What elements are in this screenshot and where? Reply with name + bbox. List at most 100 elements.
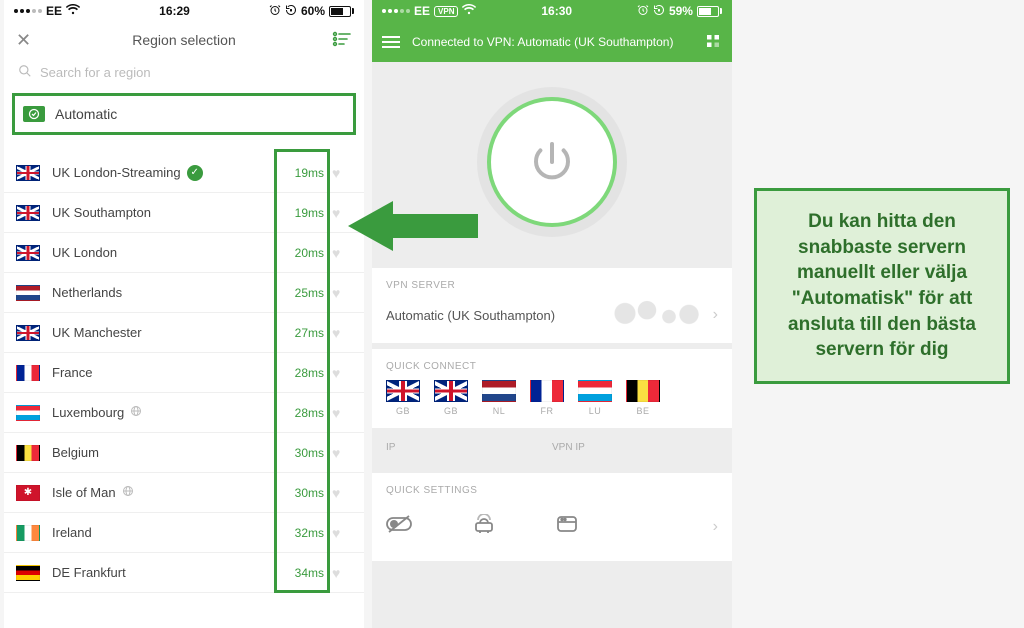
region-ping: 32ms	[280, 526, 324, 540]
signal-icon	[14, 9, 42, 13]
ip-label: IP	[386, 442, 552, 453]
status-bar: EE VPN 16:30 59%	[372, 0, 732, 22]
chevron-right-icon: ›	[713, 306, 718, 324]
region-ping: 34ms	[280, 566, 324, 580]
close-icon[interactable]: ✕	[16, 30, 31, 51]
search-icon	[18, 64, 32, 81]
alarm-icon	[637, 4, 649, 19]
favorite-icon[interactable]: ♥	[332, 485, 352, 501]
flag-icon	[16, 205, 40, 221]
region-ping: 19ms	[280, 206, 324, 220]
region-row[interactable]: DE Frankfurt34ms ♥	[4, 553, 364, 593]
network-setting-icon[interactable]	[472, 514, 496, 539]
quick-connect-item[interactable]: BE	[626, 380, 660, 416]
region-ping: 19ms	[280, 166, 324, 180]
favorite-icon[interactable]: ♥	[332, 565, 352, 581]
flag-icon	[530, 380, 564, 402]
quick-connect-card: QUICK CONNECT GBGBNLFRLUBE	[372, 349, 732, 428]
battery-icon	[329, 6, 354, 17]
carrier-label: EE	[46, 4, 62, 18]
quick-connect-item[interactable]: GB	[386, 380, 420, 416]
flag-icon	[16, 325, 40, 341]
region-list[interactable]: UK London-Streaming ✓19ms♥UK Southampton…	[4, 153, 364, 593]
quick-settings-label: QUICK SETTINGS	[386, 485, 718, 496]
quick-settings-card[interactable]: QUICK SETTINGS ›	[372, 473, 732, 561]
country-code: NL	[493, 406, 506, 416]
favorite-icon[interactable]: ♥	[332, 165, 352, 181]
search-placeholder: Search for a region	[40, 65, 151, 80]
flag-icon	[16, 565, 40, 581]
region-row[interactable]: UK Manchester27ms♥	[4, 313, 364, 353]
automatic-label: Automatic	[55, 106, 117, 122]
region-name: UK Southampton	[52, 205, 280, 220]
region-row[interactable]: UK London20ms♥	[4, 233, 364, 273]
favorite-icon[interactable]: ♥	[332, 525, 352, 541]
geo-icon	[130, 405, 142, 420]
quick-connect-item[interactable]: GB	[434, 380, 468, 416]
signal-icon	[382, 9, 410, 13]
country-code: LU	[589, 406, 602, 416]
check-icon: ✓	[187, 165, 203, 181]
nav-bar: Connected to VPN: Automatic (UK Southamp…	[372, 22, 732, 62]
info-callout: Du kan hitta den snabbaste servern manue…	[754, 188, 1010, 384]
killswitch-icon[interactable]	[386, 514, 412, 539]
quick-connect-item[interactable]: LU	[578, 380, 612, 416]
country-code: GB	[396, 406, 410, 416]
search-input[interactable]: Search for a region	[4, 58, 364, 87]
sort-icon[interactable]	[332, 31, 352, 50]
region-row[interactable]: Isle of Man 30ms♥	[4, 473, 364, 513]
region-row[interactable]: UK Southampton19ms♥	[4, 193, 364, 233]
wifi-icon	[66, 4, 80, 18]
alarm-icon	[269, 4, 281, 19]
flag-icon	[578, 380, 612, 402]
battery-pct: 60%	[301, 4, 325, 18]
flag-icon	[482, 380, 516, 402]
chevron-right-icon: ›	[713, 518, 718, 536]
region-ping: 27ms	[280, 326, 324, 340]
world-map-icon	[607, 299, 707, 331]
country-code: BE	[636, 406, 649, 416]
menu-icon[interactable]	[382, 36, 400, 48]
automatic-icon	[23, 106, 45, 122]
region-ping: 20ms	[280, 246, 324, 260]
country-code: GB	[444, 406, 458, 416]
rotation-lock-icon	[653, 4, 665, 19]
carrier-label: EE	[414, 4, 430, 18]
status-time: 16:29	[159, 4, 190, 18]
network-icon[interactable]	[704, 32, 722, 53]
region-row[interactable]: Netherlands25ms♥	[4, 273, 364, 313]
favorite-icon[interactable]: ♥	[332, 285, 352, 301]
favorite-icon[interactable]: ♥	[332, 365, 352, 381]
region-ping: 28ms	[280, 366, 324, 380]
region-name: DE Frankfurt	[52, 565, 280, 580]
favorite-icon[interactable]: ♥	[332, 445, 352, 461]
vpn-ip-label: VPN IP	[552, 442, 718, 453]
battery-icon	[697, 6, 722, 17]
automatic-option[interactable]: Automatic	[12, 93, 356, 135]
flag-icon	[16, 245, 40, 261]
region-ping: 30ms	[280, 486, 324, 500]
favorite-icon[interactable]: ♥	[332, 325, 352, 341]
favorite-icon[interactable]: ♥	[332, 405, 352, 421]
region-row[interactable]: France28ms ♥	[4, 353, 364, 393]
vpn-server-card[interactable]: VPN SERVER Automatic (UK Southampton) ›	[372, 268, 732, 343]
quick-connect-item[interactable]: FR	[530, 380, 564, 416]
status-time: 16:30	[541, 4, 572, 18]
region-ping: 28ms	[280, 406, 324, 420]
region-row[interactable]: Belgium30ms♥	[4, 433, 364, 473]
region-name: France	[52, 365, 280, 380]
power-button[interactable]	[487, 97, 617, 227]
flag-icon	[16, 485, 40, 501]
region-row[interactable]: Luxembourg 28ms♥	[4, 393, 364, 433]
region-row[interactable]: Ireland32ms ♥	[4, 513, 364, 553]
flag-icon	[16, 365, 40, 381]
region-name: Ireland	[52, 525, 280, 540]
flag-icon	[16, 165, 40, 181]
region-row[interactable]: UK London-Streaming ✓19ms♥	[4, 153, 364, 193]
browser-setting-icon[interactable]	[556, 514, 578, 539]
ip-row: IP VPN IP	[372, 428, 732, 467]
region-name: Netherlands	[52, 285, 280, 300]
flag-icon	[16, 285, 40, 301]
quick-connect-item[interactable]: NL	[482, 380, 516, 416]
region-name: UK London	[52, 245, 280, 260]
